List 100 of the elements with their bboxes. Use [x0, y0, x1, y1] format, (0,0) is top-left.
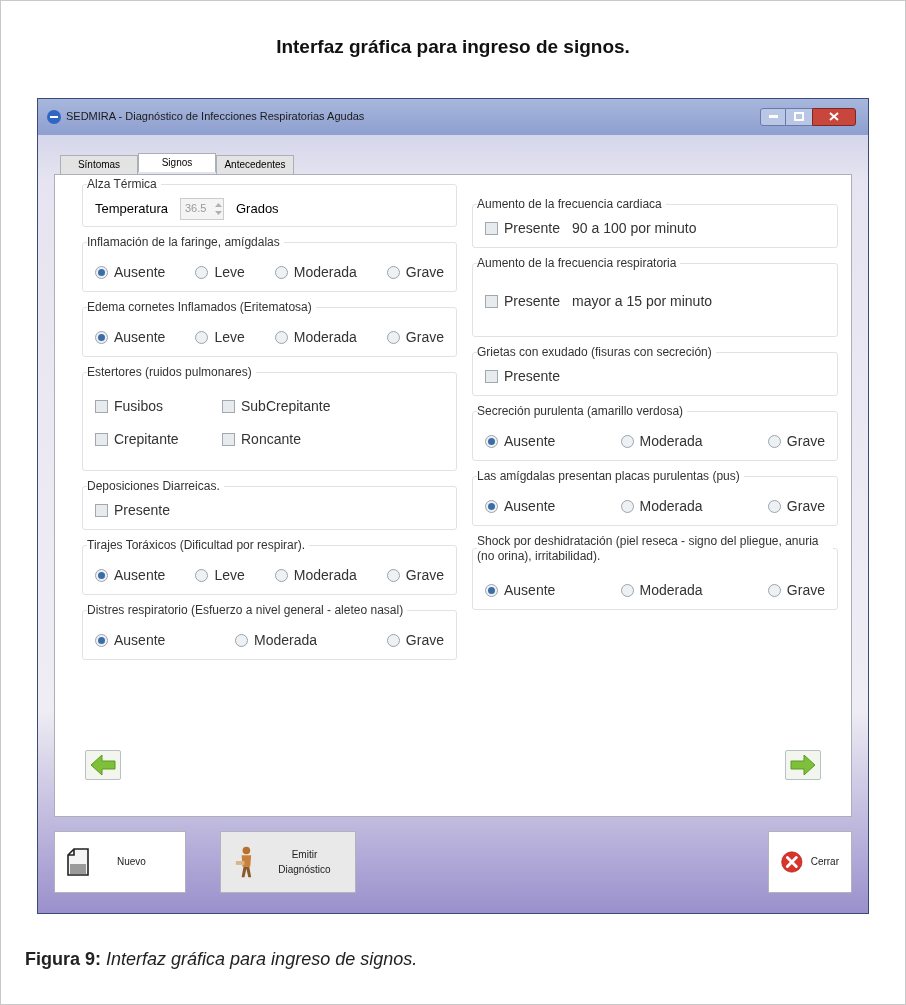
rate-note: 90 a 100 por minuto — [572, 218, 697, 238]
next-button[interactable] — [785, 749, 821, 780]
option-label: Ausente — [114, 565, 166, 585]
group-title: Estertores (ruidos pulmonares) — [87, 364, 253, 380]
radio-button[interactable] — [484, 434, 498, 448]
back-button[interactable] — [85, 749, 121, 780]
option-label: Grave — [786, 431, 825, 451]
group-title: Distres respiratorio (Esfuerzo a nivel general - aleteo nasal) — [87, 602, 405, 618]
close-icon — [829, 112, 839, 121]
page-heading: Interfaz gráfica para ingreso de signos. — [276, 35, 630, 59]
diagnose-button[interactable]: Emitir Diagnóstico — [220, 830, 356, 893]
radio-button[interactable] — [620, 583, 634, 597]
option-label: Ausente — [114, 630, 166, 650]
radio-button[interactable] — [767, 434, 781, 448]
document-icon — [67, 847, 89, 876]
option-label: Moderada — [293, 565, 357, 585]
radio-button[interactable] — [95, 568, 108, 582]
checkbox[interactable] — [95, 399, 108, 413]
option-label: Ausente — [503, 496, 556, 516]
tab[interactable]: Signos — [138, 152, 216, 172]
group-title: Secreción purulenta (amarillo verdosa) — [476, 403, 685, 419]
unit-label: Grados — [236, 199, 279, 218]
radio-button[interactable] — [386, 633, 400, 647]
close-button[interactable] — [812, 107, 856, 126]
close-window-button[interactable]: Cerrar — [768, 830, 852, 893]
minimize-button[interactable] — [760, 107, 786, 126]
radio-button[interactable] — [95, 265, 108, 279]
group-title: Shock por deshidratación (piel reseca - signo del pliegue, anuria (no orina), irritabilidad). — [476, 533, 820, 564]
option-label: Grave — [405, 327, 444, 347]
radio-button[interactable] — [484, 499, 498, 513]
checkbox-label: Fusibos — [114, 396, 164, 416]
option-label: Leve — [214, 565, 245, 585]
option-label: Moderada — [639, 496, 703, 516]
radio-button[interactable] — [386, 568, 400, 582]
group-title: Grietas con exudado (fisuras con secreción) — [476, 344, 713, 360]
group-title: Alza Térmica — [87, 176, 158, 192]
radio-button[interactable] — [195, 568, 209, 582]
option-label: Moderada — [639, 580, 703, 600]
checkbox[interactable] — [484, 369, 498, 383]
option-label: Grave — [405, 262, 444, 282]
checkbox-label: Crepitante — [114, 429, 179, 449]
group-title: Las amígdalas presentan placas purulentas (pus) — [476, 468, 741, 484]
checkbox[interactable] — [484, 294, 498, 308]
checkbox[interactable] — [95, 432, 108, 446]
option-label: Ausente — [114, 327, 166, 347]
radio-button[interactable] — [767, 499, 781, 513]
radio-button[interactable] — [95, 633, 108, 647]
new-button[interactable]: Nuevo — [54, 830, 186, 893]
tab[interactable]: Antecedentes — [216, 154, 294, 174]
checkbox-label: Roncante — [241, 429, 301, 449]
group-title: Tirajes Toráxicos (Dificultad por respirar). — [87, 537, 307, 553]
rate-note: mayor a 15 por minuto — [572, 291, 713, 311]
checkbox-label: Presente — [503, 291, 560, 311]
checkbox-label: Presente — [114, 500, 171, 520]
radio-button[interactable] — [274, 265, 288, 279]
figure-caption: Figura 9: Interfaz gráfica para ingreso de signos. — [25, 947, 418, 971]
radio-button[interactable] — [620, 434, 634, 448]
radio-button[interactable] — [767, 583, 781, 597]
option-label: Ausente — [114, 262, 166, 282]
radio-button[interactable] — [274, 330, 288, 344]
group-title: Aumento de la frecuencia cardiaca — [476, 196, 663, 212]
tab[interactable]: Síntomas — [60, 154, 138, 174]
radio-button[interactable] — [620, 499, 634, 513]
maximize-button[interactable] — [786, 107, 812, 126]
radio-button[interactable] — [274, 568, 288, 582]
option-label: Grave — [786, 496, 825, 516]
checkbox[interactable] — [95, 503, 108, 517]
option-label: Leve — [214, 327, 245, 347]
checkbox-label: SubCrepitante — [241, 396, 331, 416]
option-label: Ausente — [503, 580, 556, 600]
radio-button[interactable] — [386, 330, 400, 344]
minimize-icon — [768, 115, 778, 118]
app-icon — [46, 108, 62, 125]
option-label: Moderada — [293, 327, 357, 347]
radio-button[interactable] — [195, 265, 209, 279]
radio-button[interactable] — [484, 583, 498, 597]
radio-button[interactable] — [95, 330, 108, 344]
checkbox-label: Presente — [503, 218, 560, 238]
group-title: Aumento de la frecuencia respiratoria — [476, 255, 678, 271]
checkbox-label: Presente — [503, 366, 560, 386]
checkbox[interactable] — [222, 432, 235, 446]
maximize-icon — [794, 112, 804, 121]
group-title: Inflamación de la faringe, amígdalas — [87, 234, 281, 250]
radio-button[interactable] — [235, 633, 249, 647]
field-label: Temperatura — [95, 199, 168, 218]
radio-button[interactable] — [195, 330, 209, 344]
window-title: SEDMIRA - Diagnóstico de Infecciones Respiratorias Agudas — [66, 109, 365, 125]
group-title: Deposiciones Diarreicas. — [87, 478, 221, 494]
option-label: Grave — [405, 565, 444, 585]
checkbox[interactable] — [222, 399, 235, 413]
option-label: Grave — [786, 580, 825, 600]
group-title: Edema cornetes Inflamados (Eritematosa) — [87, 299, 313, 315]
option-label: Leve — [214, 262, 245, 282]
checkbox[interactable] — [484, 221, 498, 235]
option-label: Moderada — [639, 431, 703, 451]
radio-button[interactable] — [386, 265, 400, 279]
option-label: Moderada — [293, 262, 357, 282]
option-label: Moderada — [254, 630, 318, 650]
option-label: Grave — [405, 630, 444, 650]
option-label: Ausente — [503, 431, 556, 451]
